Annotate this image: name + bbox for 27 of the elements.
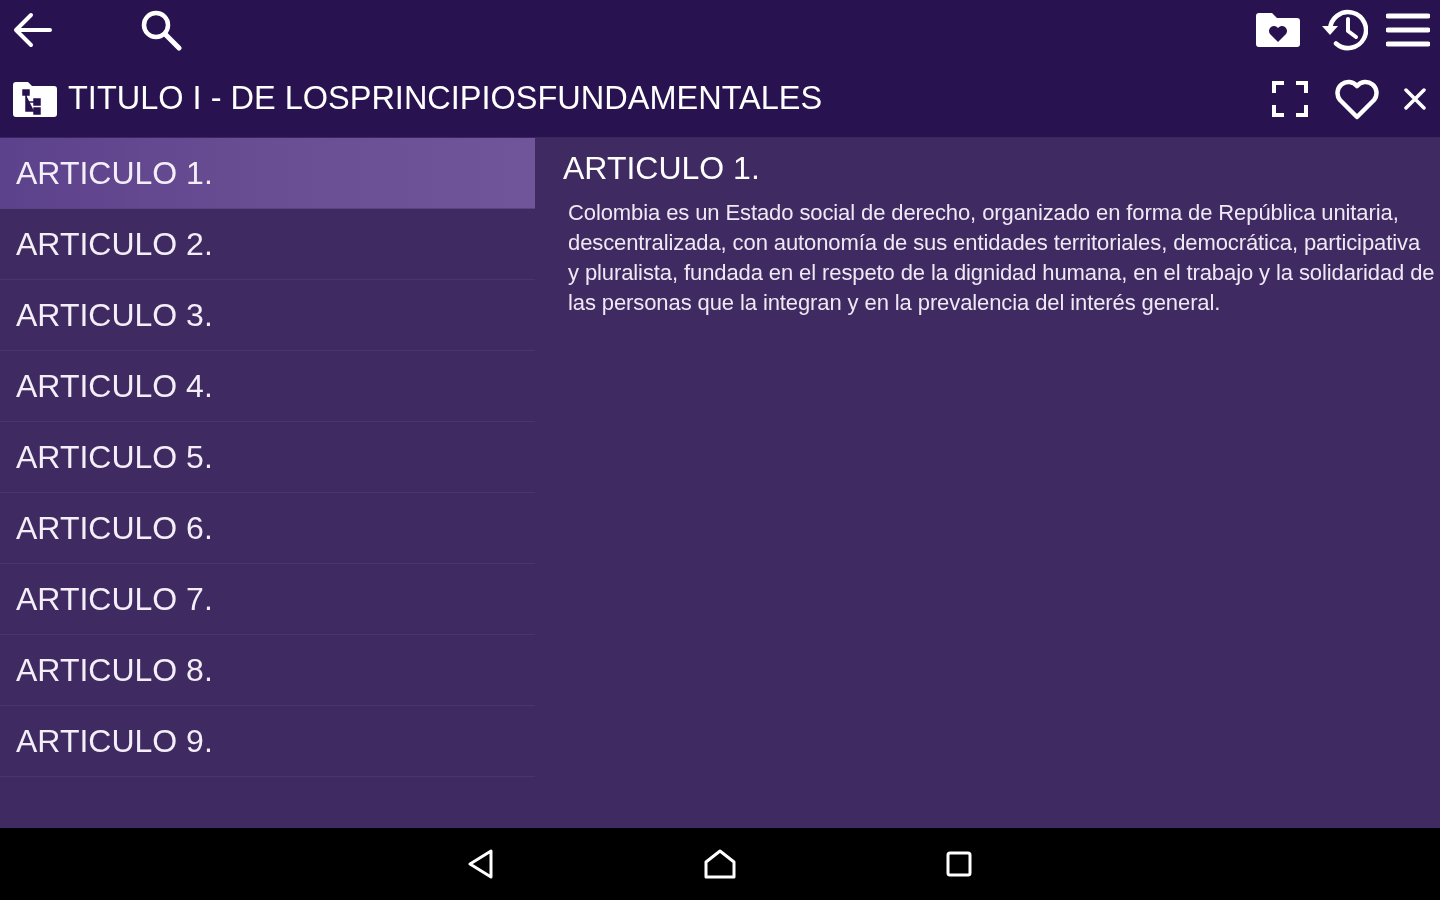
favorites-folder-button[interactable]: [1254, 11, 1302, 49]
history-icon: [1320, 8, 1368, 52]
search-icon: [140, 9, 182, 51]
heart-outline-icon: [1334, 77, 1380, 120]
back-arrow-icon: [12, 12, 52, 48]
back-button[interactable]: [12, 12, 52, 48]
home-button[interactable]: [704, 849, 736, 879]
menu-button[interactable]: [1386, 13, 1430, 47]
triangle-back-icon: [468, 849, 494, 879]
section-title: TITULO I - DE LOSPRINCIPIOSFUNDAMENTALES: [68, 80, 823, 117]
nav-back-button[interactable]: [468, 849, 494, 879]
recents-button[interactable]: [946, 851, 972, 877]
history-button[interactable]: [1320, 8, 1368, 52]
search-button[interactable]: [140, 9, 182, 51]
article-text: Colombia es un Estado social de derecho, organizado en forma de República unitaria, descentralizada, con autonomía de sus entidades territoriales, democrática, participativa y pluralista, fundada en el respeto de la dignidad humana, en el trabajo y la solidaridad de las personas que la integran y en la prevalencia del interés general.: [568, 199, 1436, 317]
hierarchy-icon: [12, 79, 58, 118]
square-icon: [946, 851, 972, 877]
home-icon: [704, 849, 736, 879]
close-icon: [1404, 87, 1426, 110]
fullscreen-button[interactable]: [1272, 80, 1308, 117]
fullscreen-icon: [1272, 80, 1308, 117]
favorite-button[interactable]: [1334, 77, 1380, 120]
article-heading: ARTICULO 1.: [563, 150, 761, 186]
close-button[interactable]: [1404, 87, 1426, 110]
menu-icon: [1386, 13, 1430, 47]
folder-heart-icon: [1254, 11, 1302, 49]
article-item[interactable]: ARTICULO 1.: [0, 138, 535, 209]
